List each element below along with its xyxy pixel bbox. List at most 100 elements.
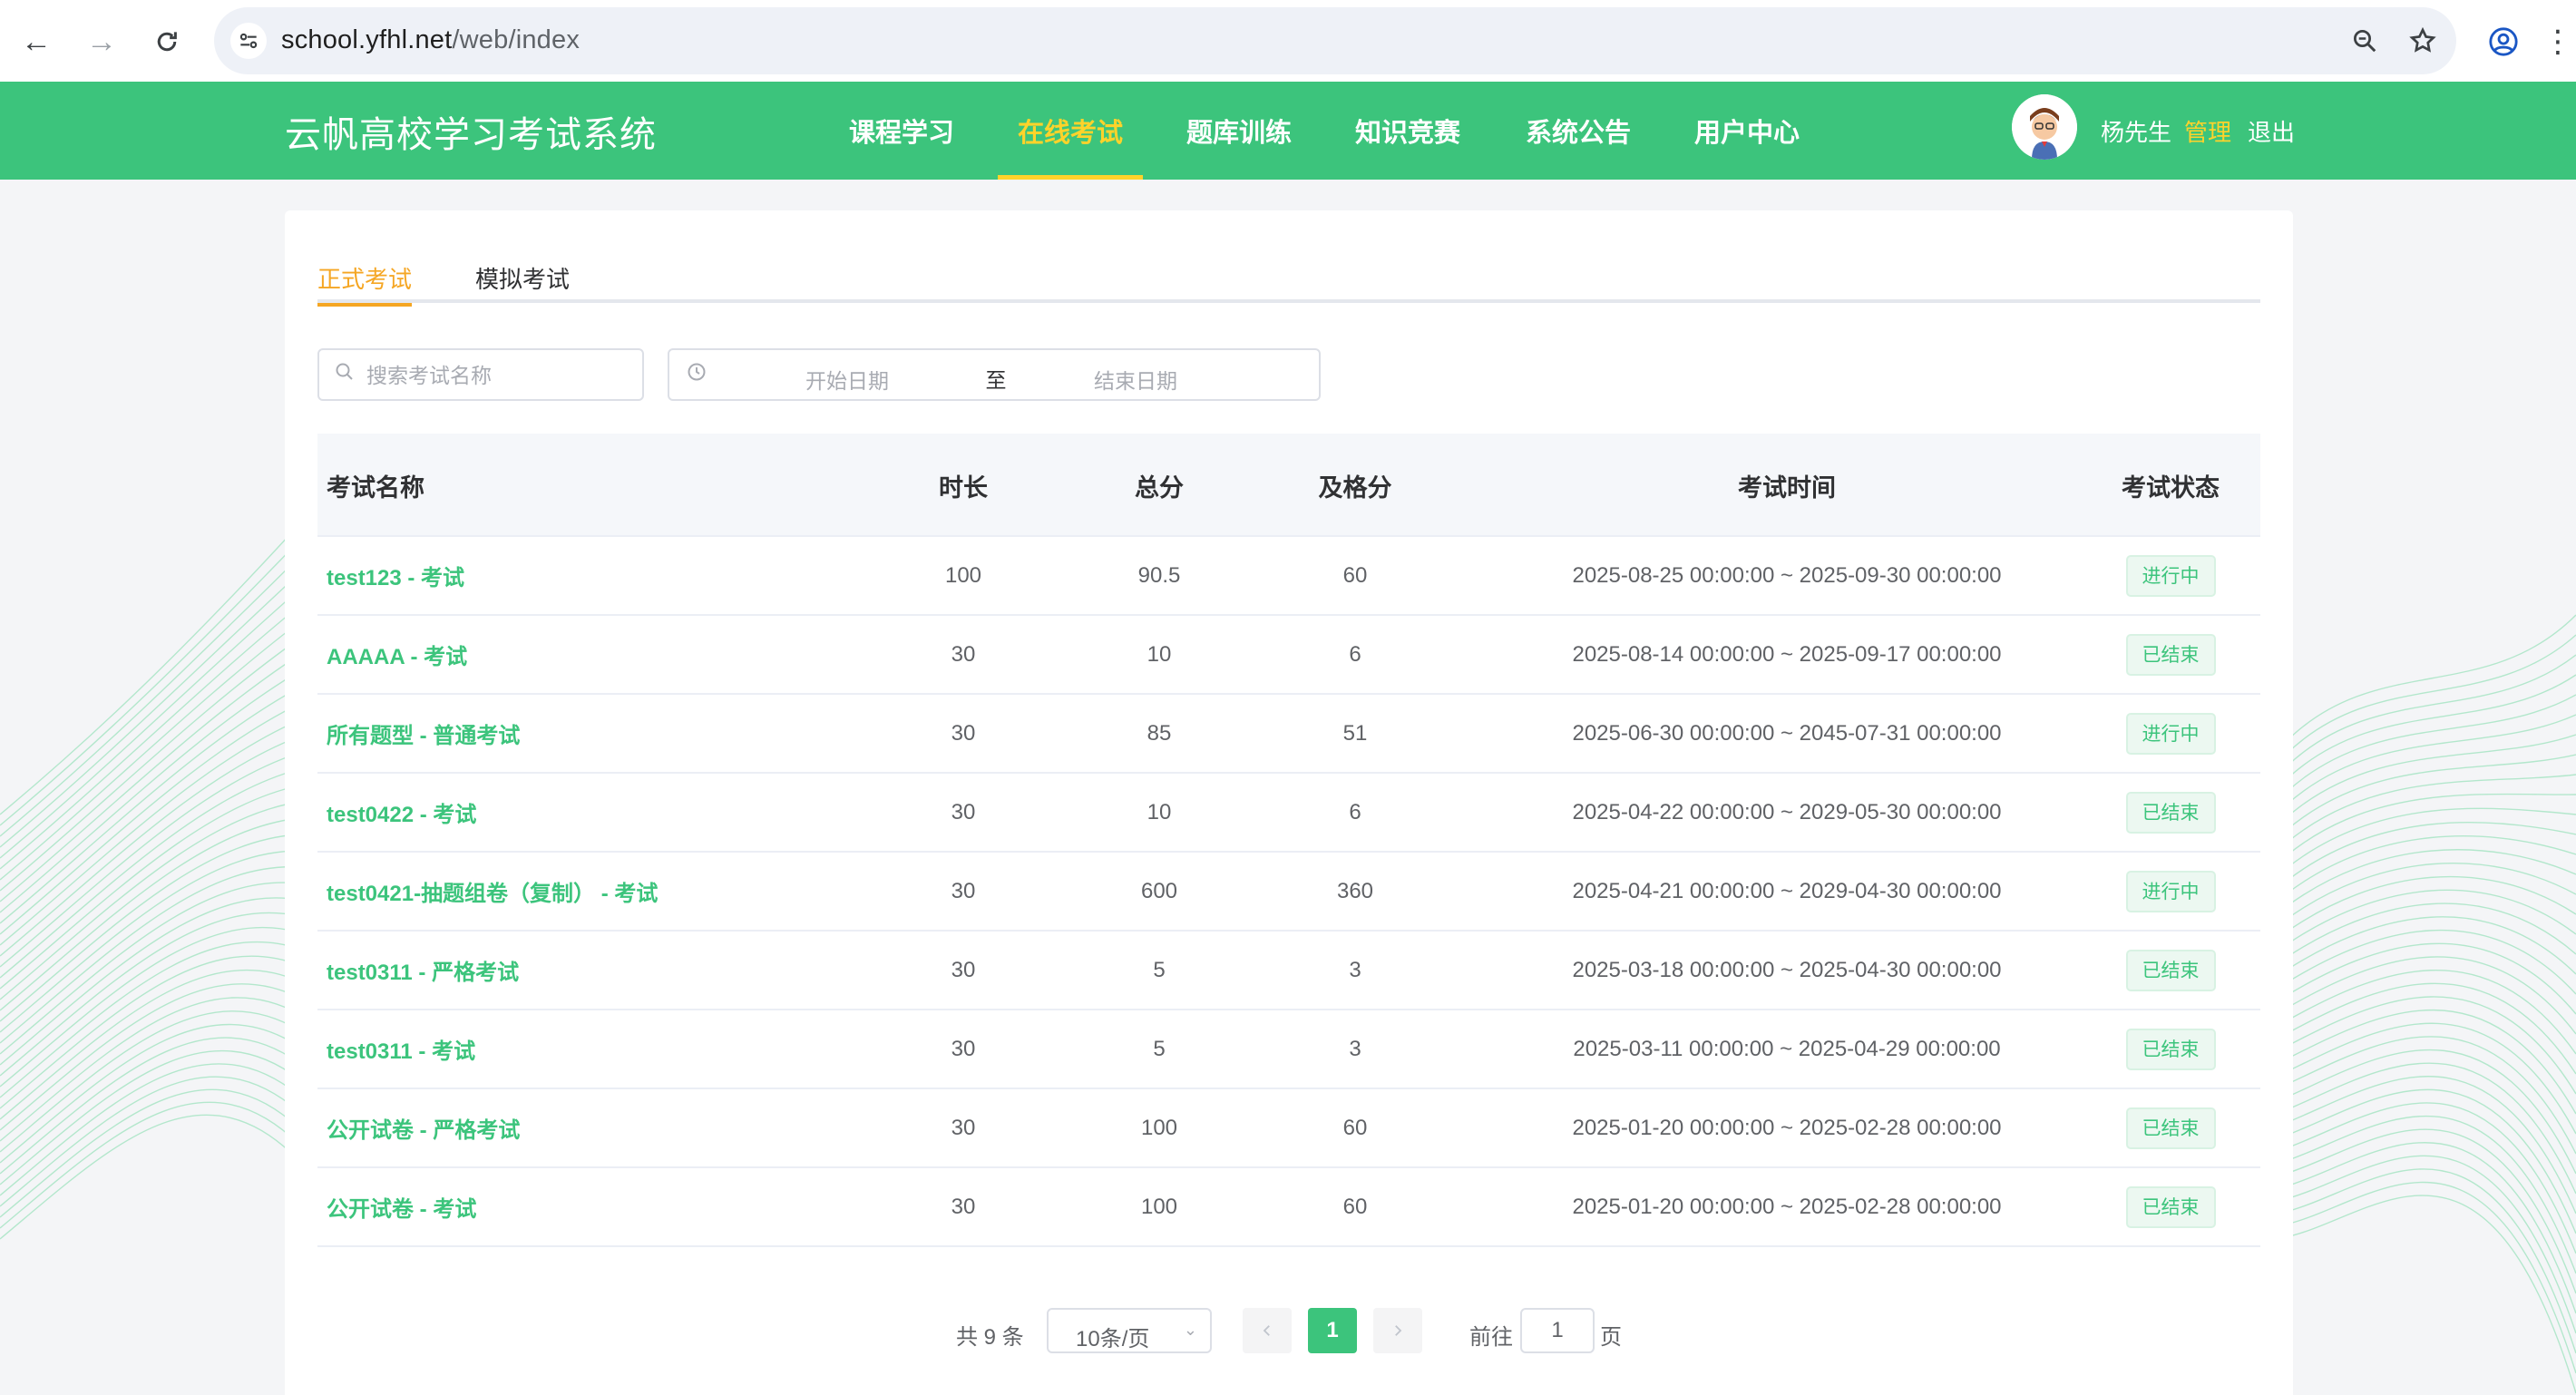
page-size-select[interactable]: 10条/页 ⌄ <box>1047 1308 1212 1353</box>
nav-item-knowledge-contest[interactable]: 知识竞赛 <box>1326 82 1489 180</box>
more-menu-icon[interactable]: ⋮ <box>2540 16 2576 67</box>
cell-pass-score: 60 <box>1299 1089 1411 1166</box>
exam-name-link[interactable]: test123 - 考试 <box>327 560 464 591</box>
cell-exam-time-value: 2025-04-22 00:00:00 ~ 2029-05-30 00:00:0… <box>1572 799 2002 824</box>
cell-exam-time: 2025-01-20 00:00:00 ~ 2025-02-28 00:00:0… <box>1497 1168 2077 1245</box>
cell-exam-time-value: 2025-06-30 00:00:00 ~ 2045-07-31 00:00:0… <box>1572 720 2002 746</box>
nav-item-courses[interactable]: 课程学习 <box>820 82 983 180</box>
column-header-name: 考试名称 <box>327 473 424 502</box>
admin-link[interactable]: 管理 <box>2184 114 2231 148</box>
tab-mock-exam[interactable]: 模拟考试 <box>475 261 570 303</box>
cell-pass-score-value: 3 <box>1349 1036 1361 1061</box>
site-title[interactable]: 云帆高校学习考试系统 <box>285 105 657 158</box>
forward-icon[interactable]: → <box>76 16 127 67</box>
cell-exam-name: 所有题型 - 普通考试 <box>327 695 907 772</box>
cell-pass-score-value: 51 <box>1342 720 1368 746</box>
exam-name-link[interactable]: 公开试卷 - 严格考试 <box>327 1112 520 1144</box>
start-date-input[interactable]: 开始日期 <box>738 364 956 395</box>
exam-name-link[interactable]: test0421-抽题组卷（复制） - 考试 <box>327 875 658 907</box>
avatar[interactable] <box>2012 94 2077 160</box>
prev-page-button[interactable] <box>1243 1308 1292 1353</box>
table-row[interactable]: test0311 - 考试 30 5 3 2025-03-11 00:00:00 ~ 2… <box>317 1010 2260 1089</box>
cell-pass-score: 3 <box>1299 1010 1411 1088</box>
search-field[interactable] <box>317 348 644 401</box>
cell-duration-value: 30 <box>951 1115 976 1140</box>
end-date-input[interactable]: 结束日期 <box>1027 364 1244 395</box>
cell-duration-value: 30 <box>951 878 976 903</box>
cell-pass-score: 60 <box>1299 1168 1411 1245</box>
table-row[interactable]: AAAAA - 考试 30 10 6 2025-08-14 00:00:00 ~ 202… <box>317 616 2260 695</box>
back-icon[interactable]: ← <box>11 16 62 67</box>
site-header: 云帆高校学习考试系统 课程学习 在线考试 题库训练 知识竞赛 系统公告 用户中心… <box>0 82 2576 180</box>
nav-item-announcements[interactable]: 系统公告 <box>1497 82 1660 180</box>
cell-exam-time-value: 2025-01-20 00:00:00 ~ 2025-02-28 00:00:0… <box>1572 1115 2002 1140</box>
nav-item-question-bank[interactable]: 题库训练 <box>1157 82 1321 180</box>
nav-item-online-exam[interactable]: 在线考试 <box>989 82 1152 180</box>
tab-formal-exam[interactable]: 正式考试 <box>317 261 413 307</box>
cell-duration: 30 <box>907 853 1020 930</box>
exam-name-link[interactable]: AAAAA - 考试 <box>327 639 467 670</box>
next-page-button[interactable] <box>1373 1308 1422 1353</box>
cell-total-score-value: 5 <box>1153 1036 1166 1061</box>
cell-pass-score-value: 60 <box>1342 1194 1368 1219</box>
goto-page-input[interactable] <box>1520 1308 1595 1353</box>
cell-exam-time-value: 2025-04-21 00:00:00 ~ 2029-04-30 00:00:0… <box>1572 878 2002 903</box>
column-header-total: 总分 <box>1135 473 1184 502</box>
user-name[interactable]: 杨先生 <box>2101 114 2171 148</box>
table-row[interactable]: 公开试卷 - 严格考试 30 100 60 2025-01-20 00:00:00 ~ … <box>317 1089 2260 1168</box>
date-range-picker[interactable]: 开始日期 至 结束日期 <box>668 348 1321 401</box>
cell-total-score-value: 85 <box>1147 720 1172 746</box>
table-row[interactable]: 公开试卷 - 考试 30 100 60 2025-01-20 00:00:00 ~ 20… <box>317 1168 2260 1247</box>
cell-exam-time-value: 2025-08-25 00:00:00 ~ 2025-09-30 00:00:0… <box>1572 562 2002 588</box>
goto-label: 前往 <box>1469 1325 1513 1350</box>
cell-total-score: 5 <box>1103 1010 1215 1088</box>
table-row[interactable]: test0421-抽题组卷（复制） - 考试 30 600 360 2025-04-21… <box>317 853 2260 932</box>
table-row[interactable]: 所有题型 - 普通考试 30 85 51 2025-06-30 00:00:00 ~ 2… <box>317 695 2260 774</box>
cell-status: 已结束 <box>2086 1089 2255 1166</box>
exam-name-link[interactable]: test0311 - 考试 <box>327 1033 475 1065</box>
table-row[interactable]: test123 - 考试 100 90.5 60 2025-08-25 00:00:00… <box>317 537 2260 616</box>
cell-status: 已结束 <box>2086 932 2255 1009</box>
cell-duration-value: 30 <box>951 1036 976 1061</box>
exam-name-link[interactable]: test0422 - 考试 <box>327 796 476 828</box>
cell-total-score-value: 600 <box>1140 878 1178 903</box>
page-number-current[interactable]: 1 <box>1308 1308 1357 1353</box>
cell-pass-score-value: 3 <box>1349 957 1361 982</box>
cell-pass-score: 60 <box>1299 537 1411 614</box>
cell-duration-value: 30 <box>951 799 976 824</box>
cell-exam-time: 2025-04-21 00:00:00 ~ 2029-04-30 00:00:0… <box>1497 853 2077 930</box>
address-bar[interactable]: school.yfhl.net/web/index <box>214 7 2456 74</box>
exam-list-card: 正式考试 模拟考试 开始日期 至 结束日期 考试名称 时长 总分 及格分 考试时… <box>285 210 2293 1395</box>
cell-pass-score: 6 <box>1299 616 1411 693</box>
table-row[interactable]: test0311 - 严格考试 30 5 3 2025-03-18 00:00:00 ~… <box>317 932 2260 1010</box>
cell-exam-name: AAAAA - 考试 <box>327 616 907 693</box>
cell-duration-value: 30 <box>951 1194 976 1219</box>
table-row[interactable]: test0422 - 考试 30 10 6 2025-04-22 00:00:00 ~ … <box>317 774 2260 853</box>
total-count: 共 9 条 <box>956 1325 1024 1350</box>
cell-exam-time: 2025-04-22 00:00:00 ~ 2029-05-30 00:00:0… <box>1497 774 2077 851</box>
cell-exam-name: 公开试卷 - 考试 <box>327 1168 907 1245</box>
site-info-icon[interactable] <box>230 23 267 59</box>
profile-icon[interactable] <box>2478 16 2529 67</box>
search-input[interactable] <box>366 359 629 392</box>
cell-pass-score-value: 360 <box>1336 878 1374 903</box>
status-badge: 已结束 <box>2125 791 2216 834</box>
cell-total-score-value: 10 <box>1147 641 1172 667</box>
url-text[interactable]: school.yfhl.net/web/index <box>281 25 580 55</box>
cell-total-score: 5 <box>1103 932 1215 1009</box>
exam-name-link[interactable]: test0311 - 严格考试 <box>327 954 519 986</box>
logout-link[interactable]: 退出 <box>2248 114 2295 148</box>
nav-item-user-center[interactable]: 用户中心 <box>1665 82 1829 180</box>
exam-name-link[interactable]: 所有题型 - 普通考试 <box>327 717 520 749</box>
zoom-icon[interactable] <box>2346 22 2384 60</box>
clock-icon <box>686 361 707 389</box>
cell-exam-time: 2025-08-25 00:00:00 ~ 2025-09-30 00:00:0… <box>1497 537 2077 614</box>
exam-name-link[interactable]: 公开试卷 - 考试 <box>327 1191 476 1223</box>
browser-toolbar: ← → school.yfhl.net/web/index ⋮ <box>0 0 2576 82</box>
status-badge: 已结束 <box>2125 633 2216 676</box>
reload-icon[interactable] <box>141 16 192 67</box>
cell-exam-time-value: 2025-08-14 00:00:00 ~ 2025-09-17 00:00:0… <box>1572 641 2002 667</box>
cell-pass-score: 360 <box>1299 853 1411 930</box>
pagination: 共 9 条 10条/页 ⌄ 1 前往 页 <box>285 1302 2293 1357</box>
bookmark-star-icon[interactable] <box>2404 22 2442 60</box>
